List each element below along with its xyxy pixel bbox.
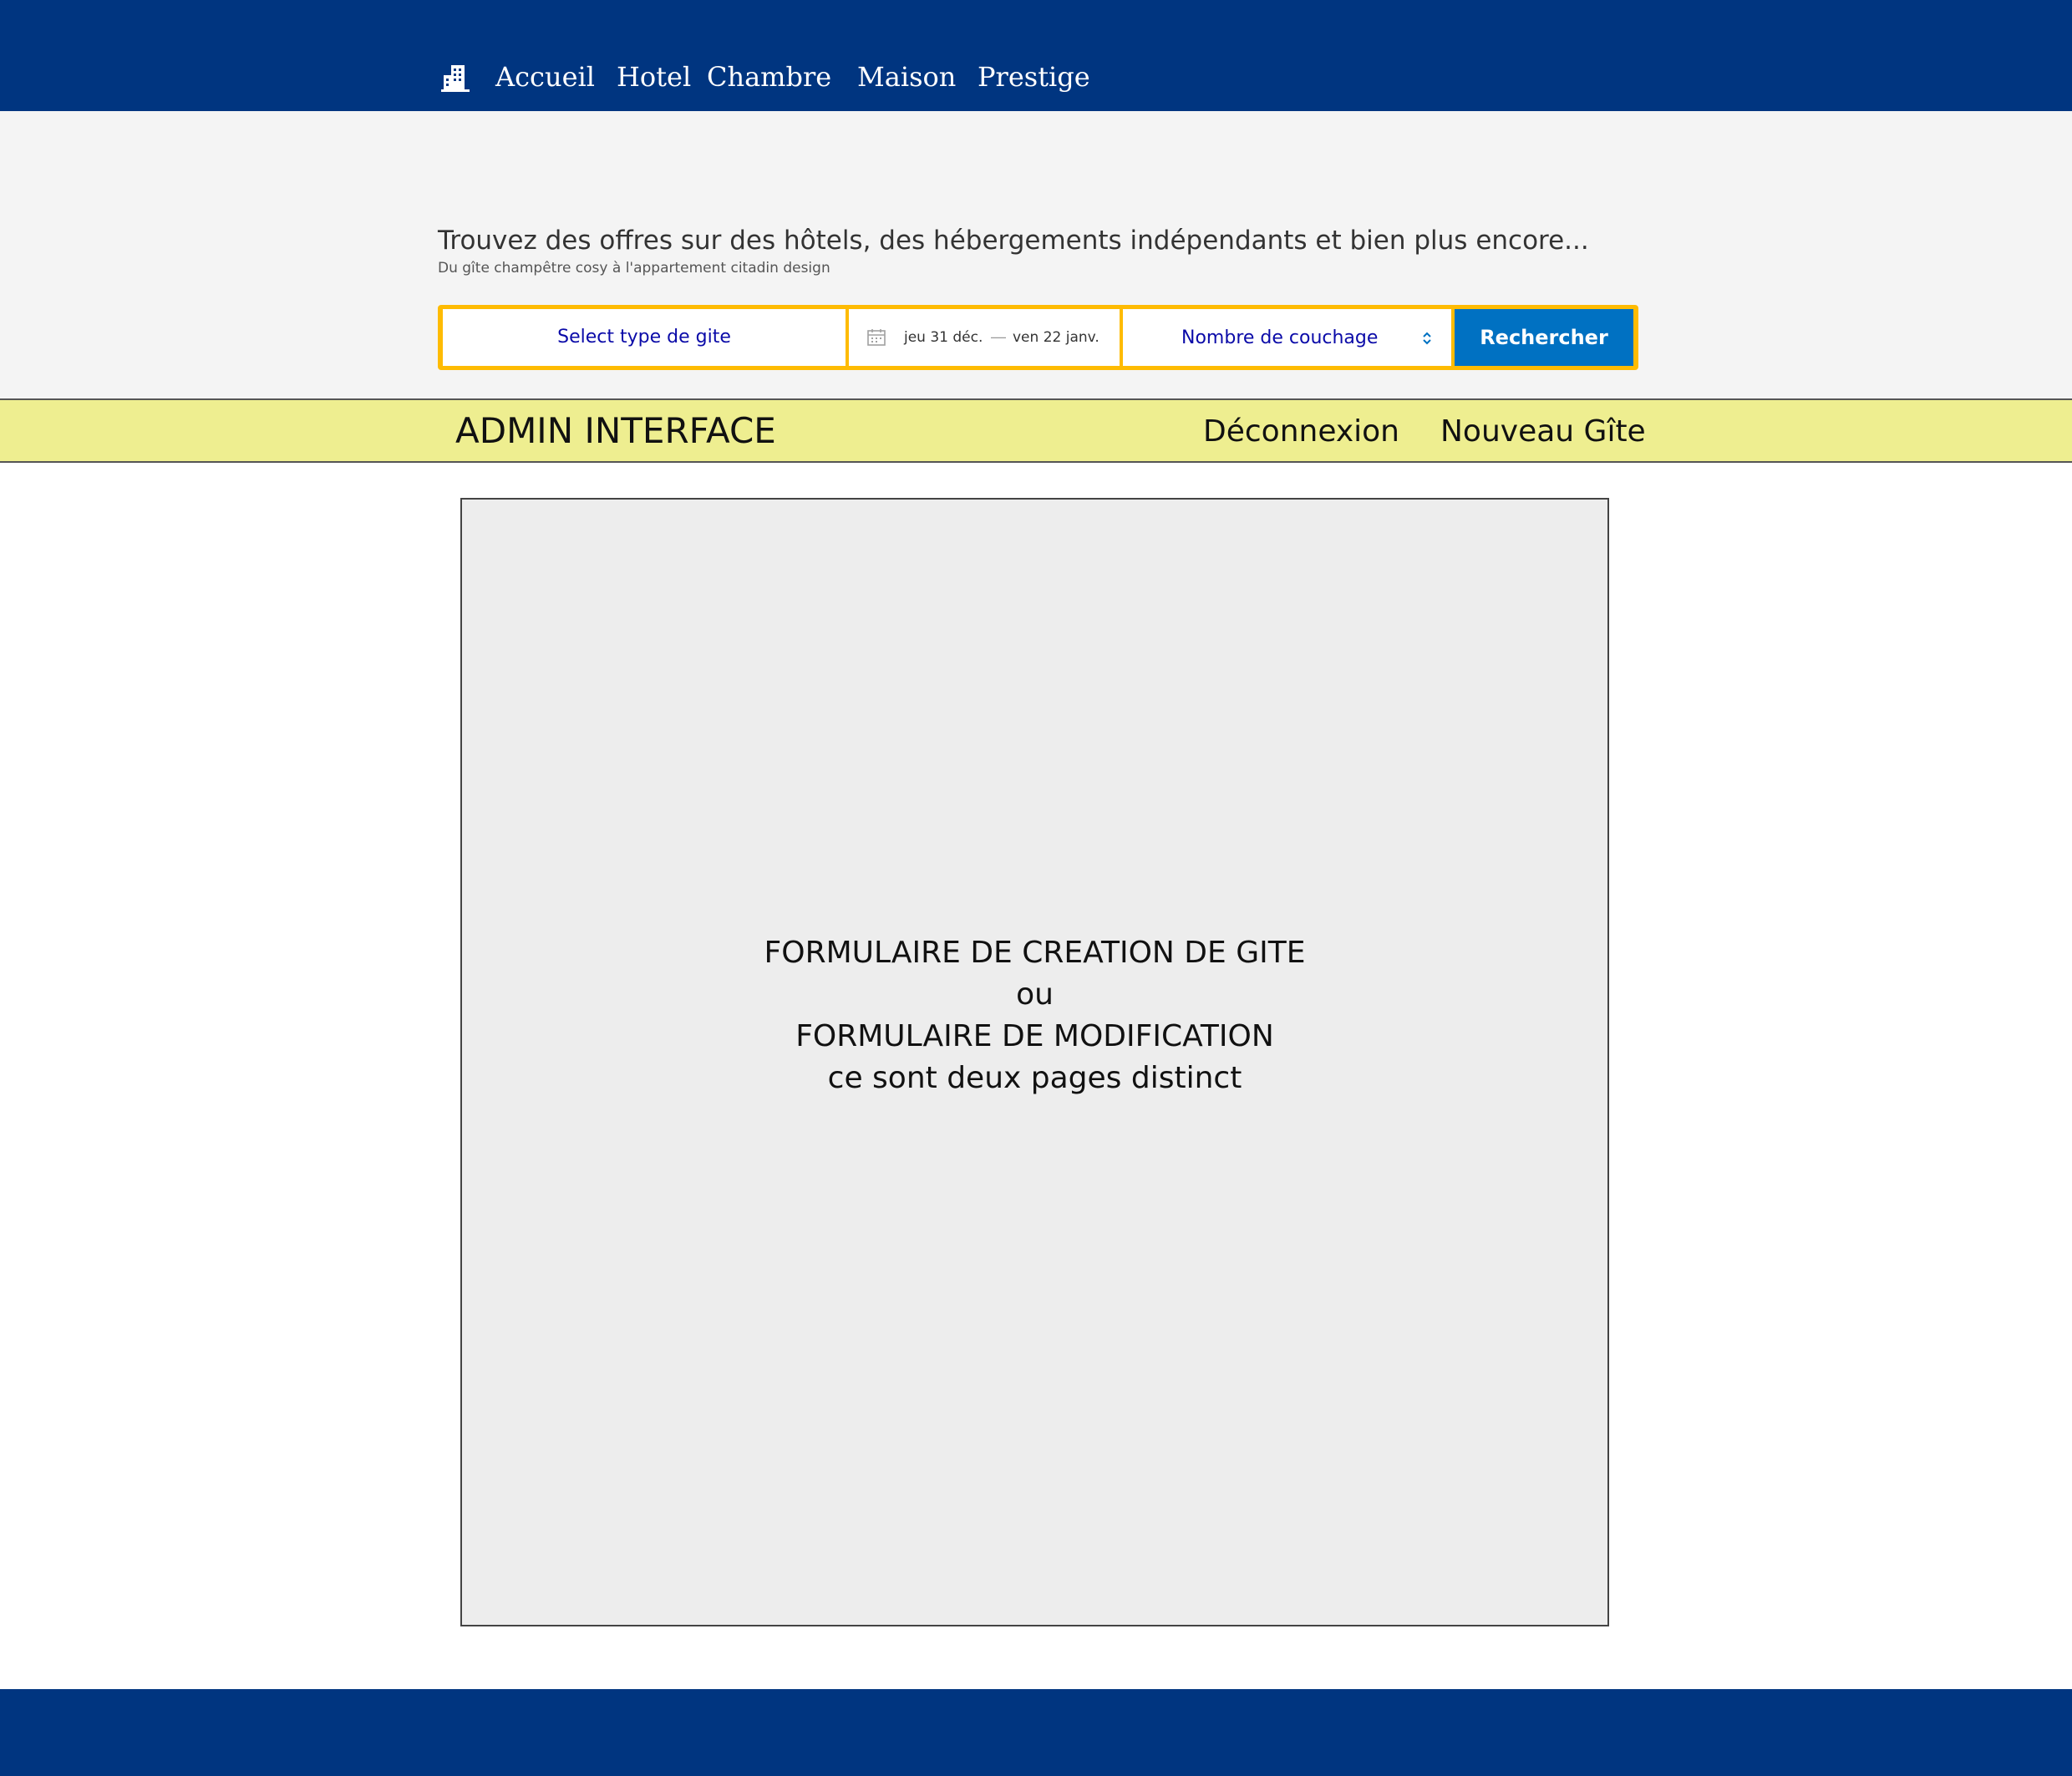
form-placeholder-text: FORMULAIRE DE CREATION DE GITE ou FORMUL… [462, 932, 1607, 1099]
search-bar: Select type de gite jeu 31 déc. — ven 22… [438, 305, 1638, 370]
nav-item-accueil[interactable]: Accueil [495, 58, 595, 95]
footer [0, 1689, 2072, 1776]
nav-item-chambre[interactable]: Chambre [707, 58, 831, 95]
hotel-building-icon[interactable] [441, 63, 470, 94]
date-range-picker[interactable]: jeu 31 déc. — ven 22 janv. [849, 309, 1120, 366]
logout-link[interactable]: Déconnexion [1203, 400, 1399, 463]
admin-bar: ADMIN INTERFACE Déconnexion Nouveau Gîte [0, 398, 2072, 463]
nav-item-hotel[interactable]: Hotel [617, 58, 691, 95]
nav-item-maison[interactable]: Maison [857, 58, 956, 95]
gite-form-placeholder: FORMULAIRE DE CREATION DE GITE ou FORMUL… [460, 498, 1609, 1626]
check-out-date[interactable]: ven 22 janv. [1013, 309, 1099, 366]
form-placeholder-line: ce sont deux pages distinct [827, 1061, 1242, 1095]
date-separator: — [991, 328, 1006, 345]
hero-subtitle: Du gîte champêtre cosy à l'appartement c… [438, 260, 830, 277]
nav-item-prestige[interactable]: Prestige [978, 58, 1090, 95]
form-placeholder-line: ou [1016, 977, 1054, 1012]
gite-type-select[interactable]: Select type de gite [443, 309, 846, 366]
beds-count-select[interactable]: Nombre de couchage [1123, 309, 1451, 366]
top-navigation-bar: Accueil Hotel Chambre Maison Prestige [0, 0, 2072, 111]
chevron-updown-icon [1421, 331, 1433, 346]
hero-title: Trouvez des offres sur des hôtels, des h… [438, 226, 1589, 256]
form-placeholder-line: FORMULAIRE DE MODIFICATION [795, 1019, 1274, 1053]
form-placeholder-line: FORMULAIRE DE CREATION DE GITE [764, 936, 1306, 970]
check-in-date[interactable]: jeu 31 déc. [904, 309, 983, 366]
new-gite-link[interactable]: Nouveau Gîte [1440, 400, 1646, 463]
calendar-icon [867, 329, 886, 346]
admin-title: ADMIN INTERFACE [455, 410, 776, 451]
beds-count-label: Nombre de couchage [1181, 327, 1379, 348]
search-button[interactable]: Rechercher [1455, 309, 1633, 366]
